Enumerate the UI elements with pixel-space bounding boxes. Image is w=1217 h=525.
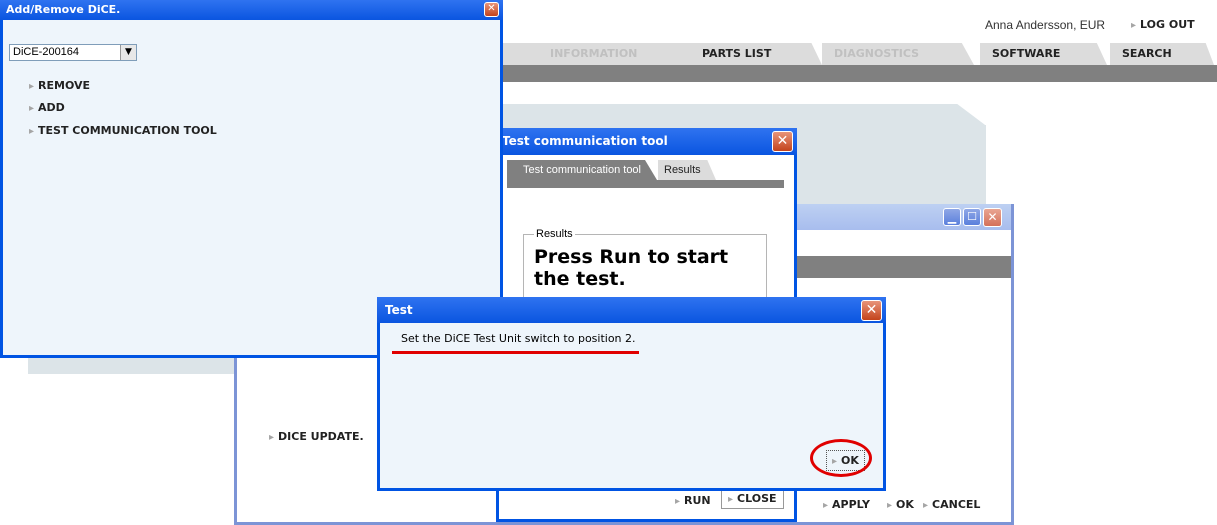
- cancel-label: CANCEL: [932, 498, 981, 511]
- close-button[interactable]: ▸ CLOSE: [721, 488, 784, 509]
- test-comm-label: TEST COMMUNICATION TOOL: [38, 124, 217, 137]
- maximize-button[interactable]: ☐: [963, 208, 981, 226]
- user-info: Anna Andersson, EUR: [985, 18, 1105, 32]
- arrow-icon: ▸: [923, 500, 929, 511]
- minimize-button[interactable]: ▁: [943, 208, 961, 226]
- test-dialog-message: Set the DiCE Test Unit switch to positio…: [401, 332, 636, 345]
- apply-button[interactable]: ▸ APPLY: [823, 498, 870, 511]
- test-dialog: Test ✕ Set the DiCE Test Unit switch to …: [377, 297, 886, 491]
- remove-label: REMOVE: [38, 79, 91, 92]
- tab-software[interactable]: SOFTWARE: [980, 43, 1107, 65]
- ok-label: OK: [896, 498, 914, 511]
- nav-bar: [500, 65, 1217, 82]
- tab-label: DIAGNOSTICS: [834, 47, 920, 60]
- close-label: CLOSE: [737, 492, 777, 505]
- arrow-icon: ▸: [823, 500, 829, 511]
- back-window-bar: [797, 256, 1011, 278]
- tab-label: PARTS LIST: [702, 47, 772, 60]
- arrow-icon: ▸: [1131, 20, 1137, 31]
- back-ok-button[interactable]: ▸ OK: [887, 498, 914, 511]
- add-action[interactable]: ▸ ADD: [29, 101, 65, 114]
- tab-label: Test communication tool: [523, 164, 641, 176]
- tab-label[interactable]: SOFTWARE: [992, 47, 1060, 60]
- test-comm-titlebar: Test communication tool ✕: [496, 128, 797, 155]
- test-comm-tab-bar: [507, 180, 784, 188]
- dice-update-link[interactable]: ▸ DICE UPDATE.: [269, 430, 364, 443]
- arrow-icon: ▸: [269, 432, 275, 443]
- test-comm-title: Test communication tool: [502, 134, 668, 148]
- dice-select-value: DiCE-200164: [13, 46, 80, 58]
- chevron-down-icon[interactable]: ▼: [120, 45, 136, 60]
- tab-diagnostics: DIAGNOSTICS: [822, 43, 974, 65]
- arrow-icon: ▸: [675, 496, 681, 507]
- test-comm-close-icon[interactable]: ✕: [772, 131, 793, 152]
- test-dialog-close-icon[interactable]: ✕: [861, 300, 882, 321]
- arrow-icon: ▸: [29, 126, 35, 137]
- results-text: Press Run to start the test.: [534, 246, 729, 290]
- tab-parts-list[interactable]: PARTS LIST: [690, 43, 822, 65]
- run-label: RUN: [684, 494, 711, 507]
- test-dialog-titlebar: Test ✕: [377, 297, 886, 323]
- tab-label: INFORMATION: [550, 47, 638, 60]
- logout-label: LOG OUT: [1140, 18, 1195, 31]
- back-window-close-button[interactable]: ✕: [983, 208, 1002, 227]
- add-remove-title: Add/Remove DiCE.: [6, 3, 121, 16]
- arrow-icon: ▸: [728, 494, 734, 505]
- arrow-icon: ▸: [29, 103, 35, 114]
- dice-update-label: DICE UPDATE.: [278, 430, 364, 443]
- tab-search[interactable]: SEARCH: [1110, 43, 1214, 65]
- tab-label: Results: [664, 164, 701, 176]
- apply-label: APPLY: [832, 498, 870, 511]
- add-remove-titlebar: Add/Remove DiCE. ✕: [0, 0, 503, 20]
- logout-link[interactable]: ▸ LOG OUT: [1131, 18, 1195, 31]
- remove-action[interactable]: ▸ REMOVE: [29, 79, 90, 92]
- dice-select[interactable]: DiCE-200164 ▼: [9, 44, 137, 61]
- test-comm-tab-results[interactable]: Results: [658, 160, 716, 180]
- user-name: Anna Andersson, EUR: [985, 18, 1106, 32]
- cancel-button[interactable]: ▸ CANCEL: [923, 498, 980, 511]
- tab-label: SEARCH: [1122, 47, 1172, 60]
- test-comm-action[interactable]: ▸ TEST COMMUNICATION TOOL: [29, 124, 217, 137]
- add-remove-close-icon[interactable]: ✕: [484, 2, 499, 17]
- arrow-icon: ▸: [887, 500, 893, 511]
- annotation-underline: [392, 351, 639, 354]
- results-legend: Results: [536, 228, 573, 240]
- add-label: ADD: [38, 101, 65, 114]
- arrow-icon: ▸: [29, 81, 35, 92]
- annotation-circle: [810, 439, 872, 477]
- run-button[interactable]: ▸ RUN: [675, 494, 711, 507]
- test-dialog-title: Test: [385, 303, 413, 317]
- test-comm-tab-active[interactable]: Test communication tool: [507, 160, 657, 180]
